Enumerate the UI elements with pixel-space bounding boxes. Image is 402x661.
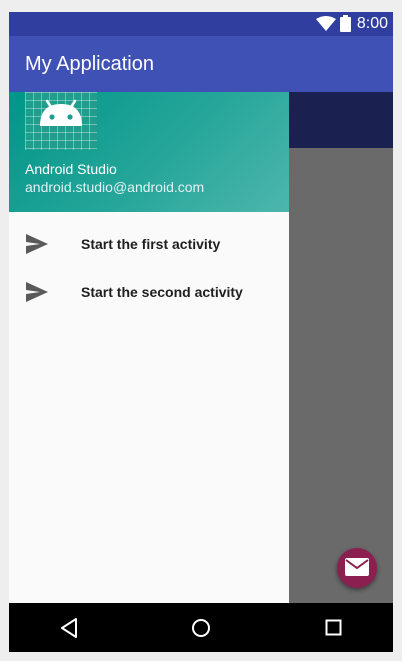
drawer-header: Android Studio android.studio@android.co… bbox=[9, 92, 289, 212]
email-icon bbox=[345, 558, 369, 576]
send-icon bbox=[26, 282, 48, 302]
wifi-icon bbox=[316, 16, 336, 31]
header-user-email: android.studio@android.com bbox=[25, 179, 205, 195]
header-user-name: Android Studio bbox=[25, 161, 117, 177]
recents-icon[interactable] bbox=[325, 619, 343, 637]
app-toolbar: My Application bbox=[9, 36, 393, 92]
home-icon[interactable] bbox=[191, 618, 211, 638]
drawer-item-label: Start the second activity bbox=[81, 284, 243, 300]
status-bar: 8:00 bbox=[9, 12, 393, 36]
battery-icon bbox=[340, 15, 351, 32]
drawer-item-label: Start the first activity bbox=[81, 236, 221, 252]
drawer-item-second-activity[interactable]: Start the second activity bbox=[9, 268, 289, 316]
avatar[interactable] bbox=[25, 92, 97, 150]
status-time: 8:00 bbox=[356, 15, 388, 32]
email-fab-button[interactable] bbox=[337, 548, 377, 588]
navigation-drawer: Android Studio android.studio@android.co… bbox=[9, 92, 289, 603]
device-screen: 8:00 My Application Android Studio andro… bbox=[9, 12, 393, 652]
send-icon bbox=[26, 234, 48, 254]
drawer-item-first-activity[interactable]: Start the first activity bbox=[9, 220, 289, 268]
back-icon[interactable] bbox=[60, 618, 78, 638]
system-nav-bar bbox=[9, 603, 393, 652]
app-title: My Application bbox=[25, 53, 154, 75]
android-icon bbox=[40, 99, 82, 126]
